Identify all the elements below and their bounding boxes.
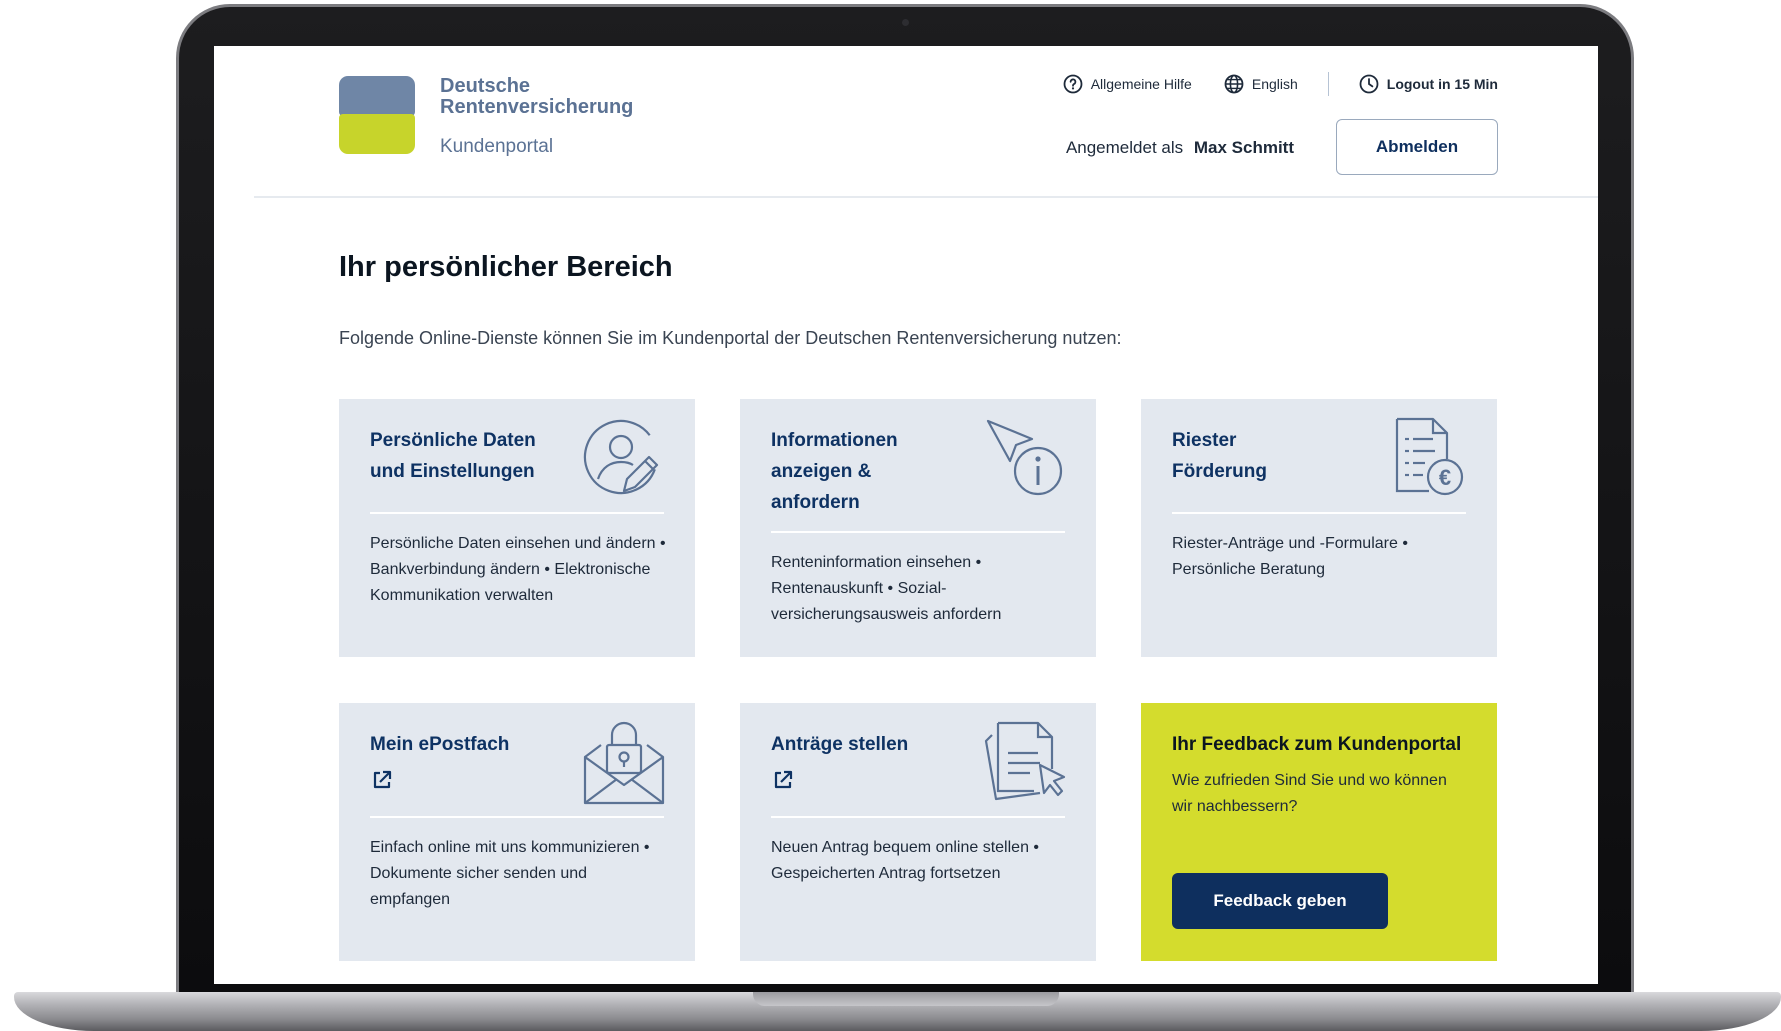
logo-lime-block (339, 114, 415, 154)
page-title: Ihr persönlicher Bereich (339, 251, 673, 283)
card-riester[interactable]: Riester Förderung € Riester-Anträge und … (1141, 399, 1497, 657)
help-label: Allgemeine Hilfe (1090, 76, 1192, 92)
brand-line-1: Deutsche (440, 75, 531, 97)
logged-in-info: Angemeldet als Max Schmitt (1066, 138, 1294, 158)
card-divider (370, 816, 664, 818)
cursor-info-icon (986, 419, 1063, 496)
card-description: Einfach online mit uns kommunizieren • D… (370, 839, 650, 908)
help-icon (1063, 74, 1083, 94)
card-divider (370, 512, 664, 514)
card-divider (771, 816, 1065, 818)
card-title: Persönliche Daten und Einstellungen (370, 430, 536, 482)
page-intro: Folgende Online-Dienste können Sie im Ku… (339, 328, 1122, 348)
logout-timer: Logout in 15 Min (1359, 74, 1498, 94)
card-personal-data[interactable]: Persönliche Daten und Einstellungen Pers… (339, 399, 695, 657)
card-title: Informationen anzeigen & anfordern (771, 430, 898, 513)
laptop-notch (753, 992, 1059, 1006)
globe-icon (1224, 74, 1244, 94)
card-divider (1172, 512, 1466, 514)
logout-timer-label: Logout in 15 Min (1386, 76, 1498, 92)
document-euro-icon: € (1395, 417, 1464, 496)
locked-envelope-icon (583, 721, 665, 805)
webcam (902, 19, 909, 26)
svg-text:€: € (1439, 465, 1451, 490)
user-name: Max Schmitt (1193, 138, 1294, 157)
card-divider (771, 531, 1065, 533)
logo-blue-block (339, 76, 415, 116)
feedback-description: Wie zufrieden Sind Sie und wo können wir… (1172, 772, 1447, 815)
card-feedback: Ihr Feedback zum Kundenportal Wie zufrie… (1141, 703, 1497, 961)
external-link-icon[interactable] (771, 768, 795, 792)
language-label: English (1251, 76, 1298, 92)
card-description: Riester-Anträge und -Formulare • Persönl… (1172, 535, 1408, 578)
documents-cursor-icon (984, 721, 1066, 801)
logout-button[interactable]: Abmelden (1336, 119, 1498, 175)
brand-line-2: Rentenversicherung (440, 96, 634, 118)
feedback-button[interactable]: Feedback geben (1172, 873, 1388, 929)
header-separator (254, 196, 1598, 198)
help-link[interactable]: Allgemeine Hilfe (1063, 74, 1192, 94)
language-switch[interactable]: English (1224, 74, 1298, 94)
drv-logo[interactable] (339, 76, 415, 154)
clock-icon (1359, 74, 1379, 94)
card-applications[interactable]: Anträge stellen Neuen Antrag bequem onli… (740, 703, 1096, 961)
card-title: Anträge stellen (771, 734, 909, 755)
card-information[interactable]: Informationen anzeigen & anfordern Rente… (740, 399, 1096, 657)
logged-in-prefix: Angemeldet als (1065, 138, 1184, 157)
portal-name: Kundenportal (440, 136, 554, 157)
card-title: Mein ePostfach (370, 734, 510, 755)
header-divider (1327, 72, 1329, 96)
card-epostfach[interactable]: Mein ePostfach Einfach online mit uns ko… (339, 703, 695, 961)
feedback-title: Ihr Feedback zum Kundenportal (1172, 734, 1462, 755)
top-links: Allgemeine Hilfe English Logout in 15 Mi… (1063, 72, 1498, 96)
card-description: Renteninformation einsehen • Rentenausku… (771, 554, 1002, 623)
browser-screen: Deutsche Rentenversicherung Kundenportal… (214, 46, 1598, 984)
user-edit-icon (583, 419, 659, 495)
external-link-icon[interactable] (370, 768, 394, 792)
card-description: Persönliche Daten einsehen und ändern • … (370, 535, 666, 604)
brand-name[interactable]: Deutsche Rentenversicherung (440, 76, 633, 118)
card-description: Neuen Antrag bequem online stellen • Ges… (771, 839, 1040, 882)
card-title: Riester Förderung (1172, 430, 1267, 482)
